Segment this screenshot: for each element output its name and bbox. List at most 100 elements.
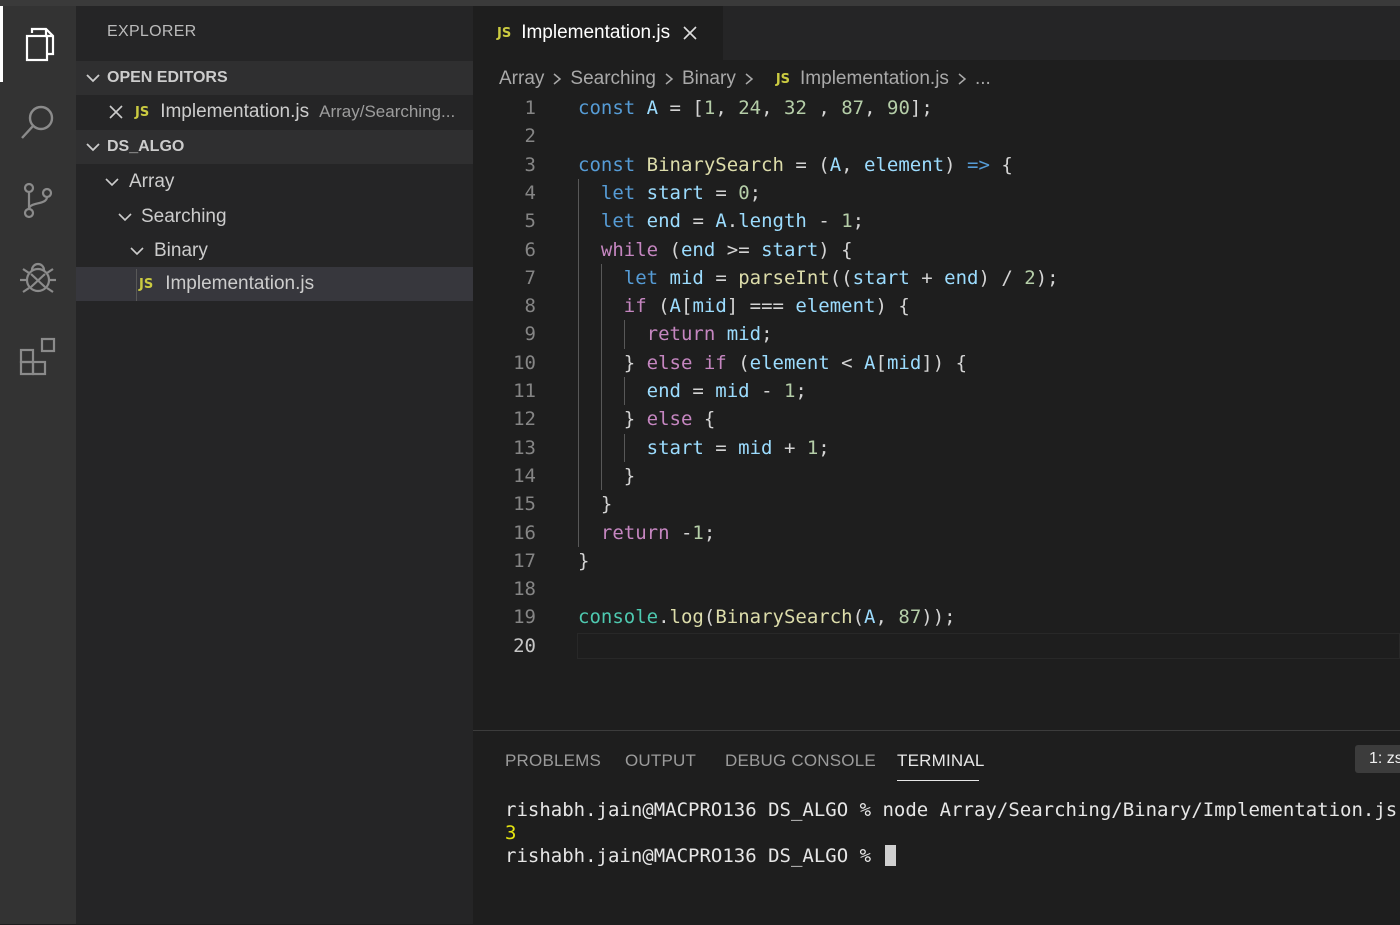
code-token: =	[704, 437, 738, 459]
code-token: mid	[715, 380, 749, 402]
code-token: end	[681, 239, 715, 261]
code-line[interactable]: 16 return -1;	[473, 519, 1400, 547]
code-line[interactable]: 5 let end = A.length - 1;	[473, 207, 1400, 235]
code-line[interactable]: 9 return mid;	[473, 320, 1400, 348]
debug-button[interactable]	[0, 240, 76, 316]
line-number: 10	[473, 349, 536, 377]
extensions-button[interactable]	[0, 318, 76, 394]
code-token: ,	[807, 97, 841, 119]
tab-terminal[interactable]: TERMINAL	[897, 751, 985, 771]
tab-implementation-js[interactable]: JS Implementation.js	[473, 6, 723, 60]
code-token	[578, 522, 601, 544]
terminal-prompt-line[interactable]: rishabh.jain@MACPRO136 DS_ALGO %	[505, 845, 896, 867]
files-icon	[20, 24, 60, 64]
chevron-right-icon	[662, 72, 676, 86]
code-line[interactable]: 15 }	[473, 490, 1400, 518]
line-number: 8	[473, 292, 536, 320]
breadcrumb-more[interactable]: ...	[975, 68, 991, 90]
search-button[interactable]	[0, 84, 76, 160]
code-token: .	[658, 606, 669, 628]
code-line[interactable]: 4 let start = 0;	[473, 179, 1400, 207]
code-token: }	[578, 493, 612, 515]
indent-guide	[624, 320, 625, 348]
code-line[interactable]: 20	[473, 632, 1400, 660]
line-number: 5	[473, 207, 536, 235]
code-text: let end = A.length - 1;	[578, 207, 864, 235]
tab-output[interactable]: OUTPUT	[625, 751, 696, 771]
line-number: 17	[473, 547, 536, 575]
code-line[interactable]: 3const BinarySearch = (A, element) => {	[473, 151, 1400, 179]
code-token: }	[578, 408, 647, 430]
tab-debug-console[interactable]: DEBUG CONSOLE	[725, 751, 876, 771]
code-token: else	[647, 408, 693, 430]
code-token: -	[670, 522, 693, 544]
code-token	[635, 210, 646, 232]
code-text: const BinarySearch = (A, element) => {	[578, 151, 1013, 179]
open-editor-path: Array/Searching...	[319, 102, 455, 122]
code-line[interactable]: 11 end = mid - 1;	[473, 377, 1400, 405]
tree-folder-array[interactable]: Array	[76, 165, 473, 199]
open-editors-header[interactable]: OPEN EDITORS	[76, 61, 473, 95]
breadcrumb-item[interactable]: Searching	[570, 68, 656, 90]
code-token	[635, 154, 646, 176]
code-token: ) {	[818, 239, 852, 261]
open-editor-filename: Implementation.js	[160, 101, 309, 123]
code-token: start	[647, 182, 704, 204]
explorer-button[interactable]	[0, 6, 76, 82]
code-text: start = mid + 1;	[578, 434, 830, 462]
code-token: =>	[967, 154, 990, 176]
code-line[interactable]: 18	[473, 575, 1400, 603]
code-line[interactable]: 1const A = [1, 24, 32 , 87, 90];	[473, 94, 1400, 122]
code-token: start	[761, 239, 818, 261]
tree-folder-label: Binary	[154, 240, 208, 262]
breadcrumb-item[interactable]: Binary	[682, 68, 736, 90]
code-token: end	[647, 380, 681, 402]
code-line[interactable]: 19console.log(BinarySearch(A, 87));	[473, 603, 1400, 631]
code-line[interactable]: 2	[473, 122, 1400, 150]
code-token: (	[853, 606, 864, 628]
code-text: const A = [1, 24, 32 , 87, 90];	[578, 94, 933, 122]
activity-bar	[0, 6, 76, 924]
code-line[interactable]: 8 if (A[mid] === element) {	[473, 292, 1400, 320]
code-token: console	[578, 606, 658, 628]
source-control-button[interactable]	[0, 162, 76, 238]
code-token: ));	[921, 606, 955, 628]
code-line[interactable]: 10 } else if (element < A[mid]) {	[473, 349, 1400, 377]
editor-tabs: JS Implementation.js	[473, 6, 1400, 60]
close-icon[interactable]	[682, 25, 698, 41]
code-line[interactable]: 13 start = mid + 1;	[473, 434, 1400, 462]
code-token: A	[715, 210, 726, 232]
code-line[interactable]: 7 let mid = parseInt((start + end) / 2);	[473, 264, 1400, 292]
workspace-label: DS_ALGO	[107, 138, 184, 156]
code-line[interactable]: 12 } else {	[473, 405, 1400, 433]
tree-folder-binary[interactable]: Binary	[76, 234, 473, 268]
code-token: A	[830, 154, 841, 176]
terminal-command-line: rishabh.jain@MACPRO136 DS_ALGO % node Ar…	[505, 799, 1397, 821]
code-token: BinarySearch	[647, 154, 784, 176]
code-token: element	[795, 295, 875, 317]
code-token: return	[647, 323, 716, 345]
open-editor-item[interactable]: JS Implementation.js Array/Searching...	[76, 95, 473, 129]
code-token: ((	[830, 267, 853, 289]
breadcrumb-file[interactable]: Implementation.js	[800, 68, 949, 90]
breadcrumb-item[interactable]: Array	[499, 68, 544, 90]
code-token: length	[738, 210, 807, 232]
code-token: [	[681, 295, 692, 317]
code-line[interactable]: 14 }	[473, 462, 1400, 490]
code-token: A	[864, 606, 875, 628]
tree-folder-searching[interactable]: Searching	[76, 200, 473, 234]
code-text: } else if (element < A[mid]) {	[578, 349, 967, 377]
code-token: {	[692, 408, 715, 430]
active-tab-indicator	[897, 780, 979, 781]
workspace-header[interactable]: DS_ALGO	[76, 130, 473, 164]
code-token: 1	[841, 210, 852, 232]
code-line[interactable]: 17}	[473, 547, 1400, 575]
code-text: let mid = parseInt((start + end) / 2);	[578, 264, 1059, 292]
code-token: ;	[750, 182, 761, 204]
tab-title: Implementation.js	[521, 22, 670, 44]
close-icon[interactable]	[109, 105, 123, 119]
terminal-select[interactable]: 1: zsh	[1355, 745, 1400, 773]
code-line[interactable]: 6 while (end >= start) {	[473, 236, 1400, 264]
tab-problems[interactable]: PROBLEMS	[505, 751, 601, 771]
terminal-prompt: rishabh.jain@MACPRO136 DS_ALGO %	[505, 845, 883, 867]
